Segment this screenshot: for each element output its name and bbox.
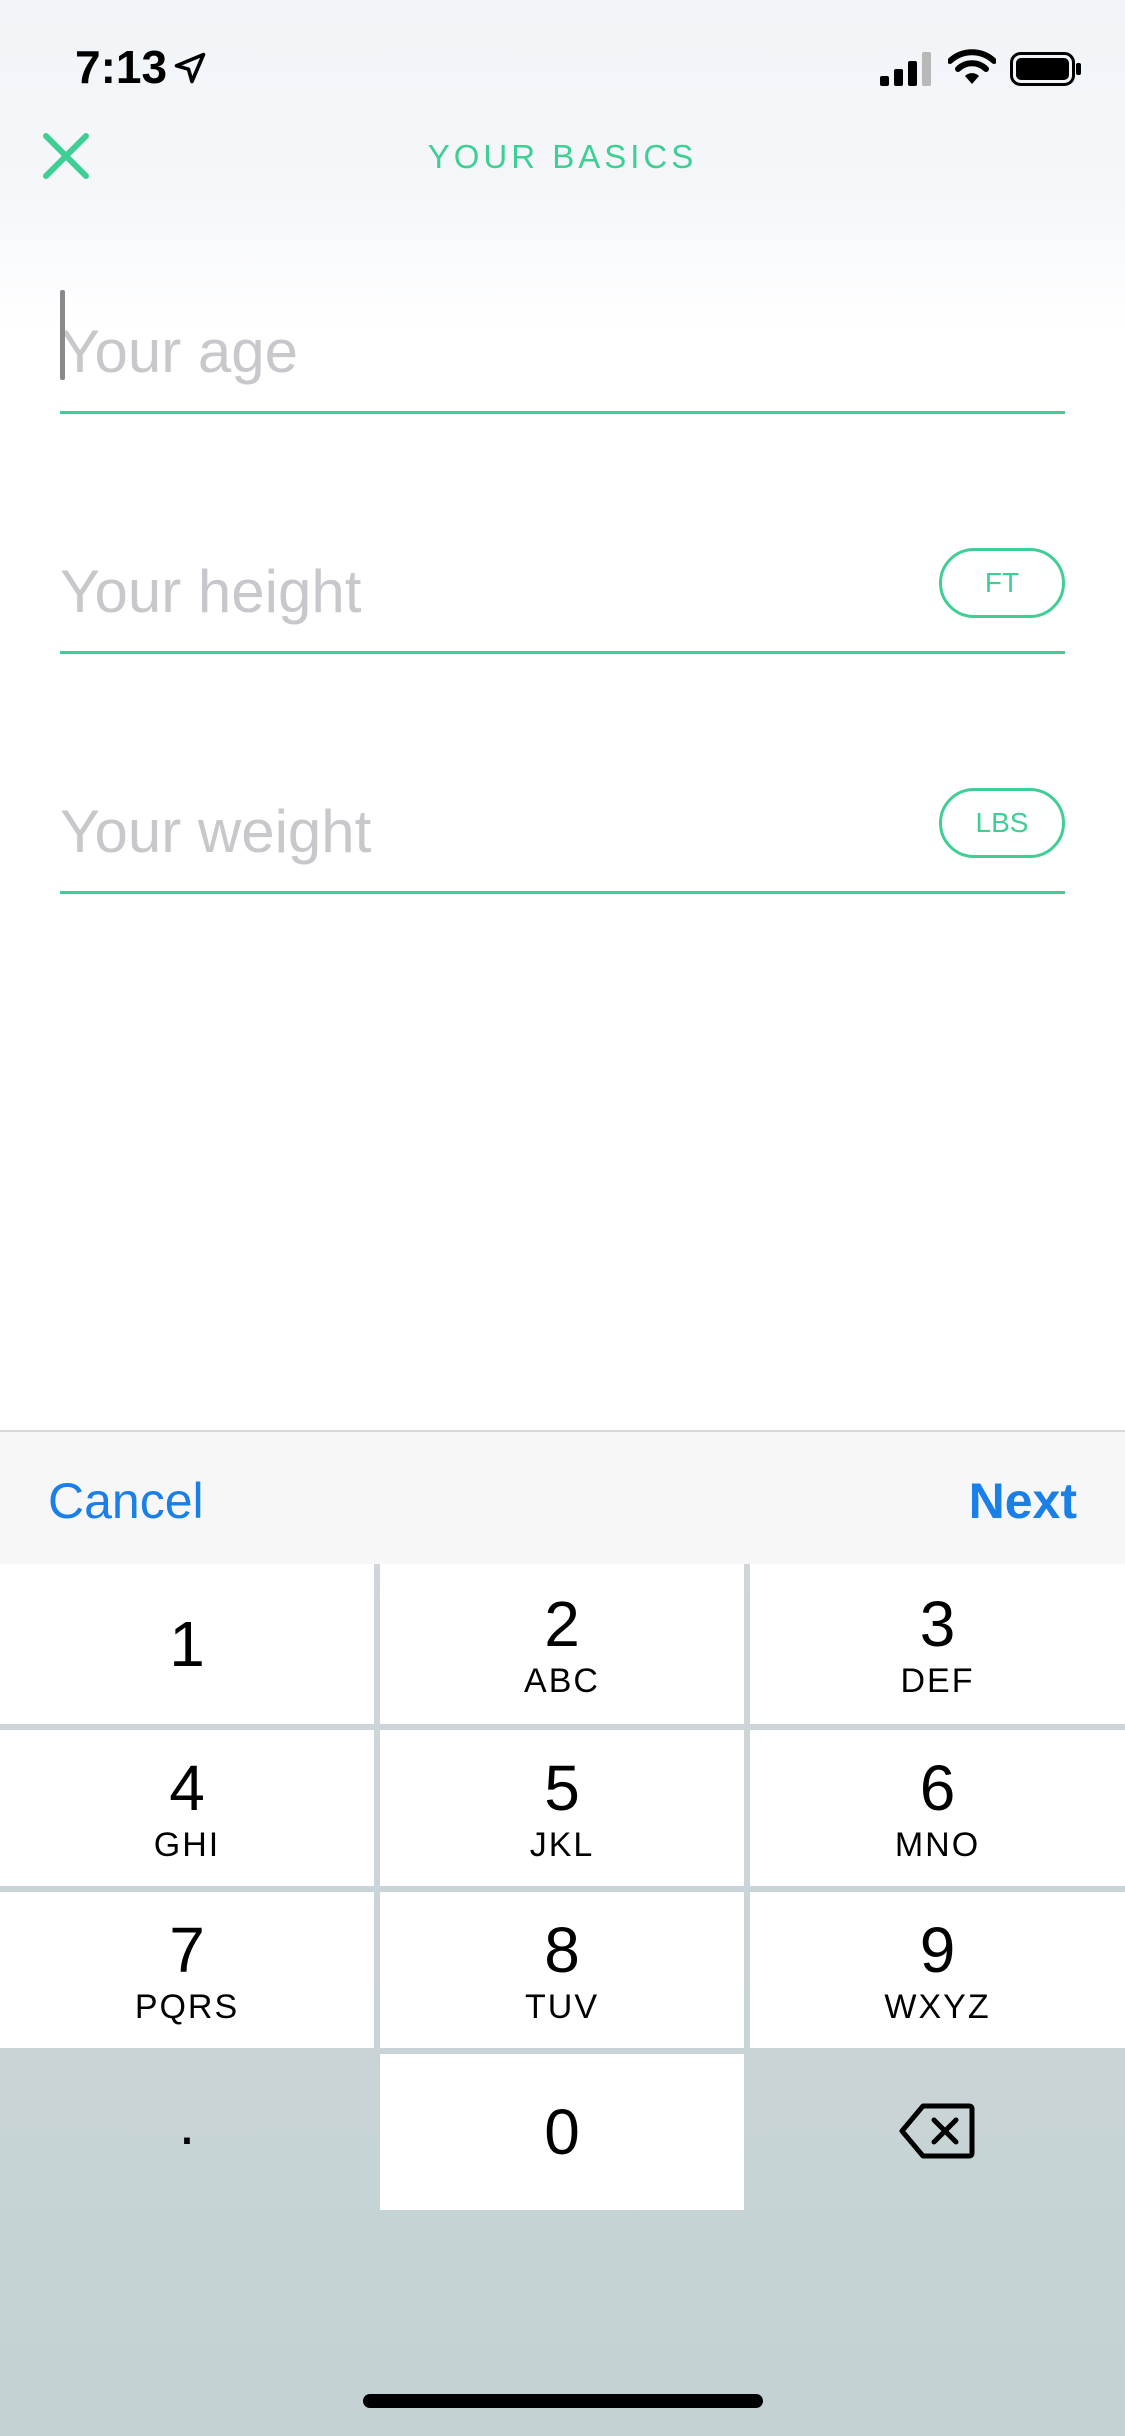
key-letters: DEF (900, 1662, 975, 1700)
key-1[interactable]: 1 (0, 1564, 374, 1724)
height-field: FT (60, 534, 1065, 654)
key-digit: 9 (919, 1914, 956, 1986)
text-cursor (60, 290, 65, 380)
page-title: YOUR BASICS (427, 138, 698, 175)
key-7[interactable]: 7 PQRS (0, 1892, 374, 2048)
home-indicator (363, 2394, 763, 2408)
key-digit: 4 (169, 1752, 205, 1824)
key-letters: GHI (153, 1826, 221, 1864)
keyboard-toolbar: Cancel Next (0, 1430, 1125, 1564)
key-digit: 8 (544, 1914, 580, 1986)
cancel-button[interactable]: Cancel (48, 1472, 204, 1530)
key-letters: TUV (525, 1988, 599, 2026)
key-digit: 0 (544, 2096, 580, 2168)
key-letters: JKL (529, 1826, 595, 1864)
battery-icon (1010, 52, 1081, 86)
height-input[interactable] (60, 546, 920, 636)
key-letters: MNO (894, 1826, 981, 1864)
wifi-icon (948, 49, 996, 84)
weight-field: LBS (60, 774, 1065, 894)
status-bar: 7:13 (0, 0, 1125, 140)
key-letters: WXYZ (884, 1988, 991, 2026)
key-decimal[interactable]: . (0, 2054, 374, 2210)
age-input[interactable] (60, 306, 920, 396)
key-letters: ABC (524, 1662, 600, 1700)
key-3[interactable]: 3 DEF (750, 1564, 1125, 1724)
next-button[interactable]: Next (969, 1472, 1077, 1530)
key-6[interactable]: 6 MNO (750, 1730, 1125, 1886)
key-digit: 1 (169, 1608, 205, 1680)
key-digit: 6 (919, 1752, 956, 1824)
key-digit: 7 (169, 1914, 205, 1986)
key-digit: . (178, 2090, 196, 2157)
key-9[interactable]: 9 WXYZ (750, 1892, 1125, 2048)
key-letters: PQRS (134, 1988, 240, 2026)
height-unit-toggle[interactable]: FT (939, 548, 1065, 618)
cellular-signal-icon (880, 52, 931, 86)
delete-key[interactable] (750, 2054, 1125, 2210)
age-field (60, 290, 1065, 414)
location-arrow-icon (174, 52, 206, 84)
screen: 7:13 YOUR BASICS FT (0, 0, 1125, 2436)
key-digit: 5 (544, 1752, 580, 1824)
weight-unit-toggle[interactable]: LBS (939, 788, 1065, 858)
key-0[interactable]: 0 (380, 2054, 744, 2210)
key-2[interactable]: 2 ABC (380, 1564, 744, 1724)
weight-input[interactable] (60, 786, 920, 876)
number-keypad: 1 2 ABC 3 DEF 4 GHI 5 JKL 6 MNO 7 PQRS 8 (0, 1564, 1125, 2436)
key-4[interactable]: 4 GHI (0, 1730, 374, 1886)
backspace-icon (899, 2103, 975, 2159)
key-digit: 2 (544, 1588, 580, 1660)
key-5[interactable]: 5 JKL (380, 1730, 744, 1886)
status-time: 7:13 (75, 41, 168, 93)
key-digit: 3 (919, 1588, 956, 1660)
key-8[interactable]: 8 TUV (380, 1892, 744, 2048)
